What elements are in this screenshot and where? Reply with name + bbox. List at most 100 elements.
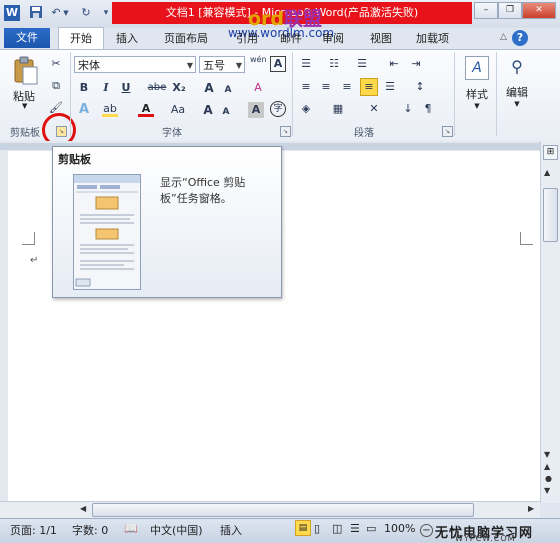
- asian-layout-icon[interactable]: ✕: [366, 101, 382, 117]
- paste-icon: [14, 56, 38, 85]
- tab-file[interactable]: 文件: [4, 28, 50, 48]
- sort-icon[interactable]: ↓: [400, 101, 416, 117]
- editing-button[interactable]: ⚲ 编辑 ▼: [500, 54, 534, 114]
- ruler-toggle-icon[interactable]: ⊞: [543, 145, 558, 160]
- italic-button[interactable]: I: [98, 80, 114, 96]
- group-label-clipboard: 剪贴板: [10, 128, 40, 139]
- tab-page-layout[interactable]: 页面布局: [164, 30, 208, 46]
- minimize-button[interactable]: –: [474, 2, 498, 19]
- clipboard-pane-preview-image: [73, 174, 141, 290]
- view-outline-icon[interactable]: ☰: [350, 522, 360, 535]
- align-right-icon[interactable]: ≡: [339, 79, 355, 95]
- previous-page-icon[interactable]: ▲: [544, 462, 550, 471]
- font-name-combo[interactable]: 宋体 ▼: [74, 56, 196, 73]
- browse-object-icon[interactable]: ●: [545, 474, 552, 483]
- borders-icon[interactable]: ▦: [330, 101, 346, 117]
- redo-icon[interactable]: ↻: [78, 5, 94, 21]
- grow-font-icon[interactable]: A: [201, 80, 217, 96]
- view-draft-icon[interactable]: ▭: [366, 522, 376, 535]
- phonetic-guide-icon[interactable]: wén: [250, 55, 267, 71]
- close-button[interactable]: ✕: [522, 2, 556, 19]
- tab-addins[interactable]: 加载项: [416, 30, 449, 46]
- chevron-down-icon: ▼: [186, 61, 193, 70]
- shrink-font-small-icon[interactable]: A: [218, 104, 234, 120]
- scroll-right-icon[interactable]: ▶: [528, 504, 534, 513]
- align-center-icon[interactable]: ≡: [318, 79, 334, 95]
- increase-indent-icon[interactable]: ⇥: [408, 56, 424, 72]
- margin-corner-left: [22, 232, 35, 245]
- language-indicator[interactable]: 中文(中国): [150, 522, 203, 538]
- group-label-font: 字体: [162, 128, 182, 139]
- tab-home[interactable]: 开始: [58, 27, 104, 50]
- multilevel-list-icon[interactable]: ☰: [354, 56, 370, 72]
- undo-dropdown-icon[interactable]: ▼: [62, 5, 70, 21]
- paste-dropdown-icon: ▼: [22, 102, 28, 110]
- numbering-icon[interactable]: ☷: [326, 56, 342, 72]
- binoculars-icon: ⚲: [511, 57, 523, 76]
- scroll-down-icon[interactable]: ▼: [544, 450, 550, 459]
- strikethrough-button[interactable]: abe: [146, 80, 168, 96]
- styles-button[interactable]: A 样式 ▼: [460, 54, 494, 114]
- tooltip-title: 剪贴板: [58, 153, 91, 166]
- zoom-out-icon[interactable]: −: [420, 524, 433, 537]
- character-border-icon[interactable]: A: [270, 56, 286, 72]
- enclose-character-icon[interactable]: 字: [270, 101, 286, 117]
- save-icon[interactable]: [28, 5, 44, 21]
- help-icon[interactable]: ?: [512, 30, 528, 46]
- paste-button[interactable]: 粘贴 ▼: [8, 54, 44, 110]
- zoom-level[interactable]: 100%: [384, 522, 415, 535]
- decrease-indent-icon[interactable]: ⇤: [386, 56, 402, 72]
- copy-icon[interactable]: ⧉: [48, 78, 64, 94]
- clear-formatting-icon[interactable]: A: [250, 80, 266, 96]
- tab-review[interactable]: 审阅: [322, 30, 344, 46]
- shading-icon[interactable]: ◈: [298, 101, 314, 117]
- justify-icon[interactable]: ≡: [360, 78, 378, 96]
- change-case-icon[interactable]: Aa: [167, 102, 189, 118]
- word-count[interactable]: 字数: 0: [72, 522, 108, 538]
- margin-corner-right: [520, 232, 533, 245]
- tab-insert[interactable]: 插入: [116, 30, 138, 46]
- view-web-icon[interactable]: ◫: [332, 522, 342, 535]
- bold-button[interactable]: B: [76, 80, 92, 96]
- vertical-scroll-thumb[interactable]: [543, 188, 558, 242]
- tab-references[interactable]: 引用: [236, 30, 258, 46]
- chevron-down-icon: ▼: [235, 61, 242, 70]
- group-separator: [454, 52, 455, 136]
- styles-label: 样式: [466, 88, 488, 101]
- font-dialog-launcher[interactable]: ↘: [280, 126, 291, 137]
- next-page-icon[interactable]: ▼: [544, 486, 550, 495]
- paragraph-dialog-launcher[interactable]: ↘: [442, 126, 453, 137]
- cut-icon[interactable]: ✂: [48, 56, 64, 72]
- group-separator: [70, 52, 71, 136]
- horizontal-scroll-thumb[interactable]: [92, 503, 474, 517]
- grow-font-big-icon[interactable]: A: [200, 102, 216, 118]
- proofing-icon[interactable]: 📖: [124, 522, 138, 535]
- distributed-icon[interactable]: ☰: [382, 79, 398, 95]
- scroll-left-icon[interactable]: ◀: [80, 504, 86, 513]
- scroll-up-icon[interactable]: ▲: [544, 168, 550, 177]
- group-separator: [496, 52, 497, 136]
- shrink-font-icon[interactable]: A: [220, 82, 236, 98]
- character-shading-icon[interactable]: A: [248, 102, 264, 118]
- subscript-button[interactable]: X₂: [171, 80, 187, 96]
- tab-mailings[interactable]: 邮件: [280, 30, 302, 46]
- line-spacing-icon[interactable]: ↕: [412, 79, 428, 95]
- minimize-ribbon-icon[interactable]: △: [500, 32, 507, 42]
- show-hide-marks-icon[interactable]: ¶: [420, 101, 436, 117]
- insert-mode-indicator[interactable]: 插入: [220, 522, 242, 538]
- styles-icon: A: [465, 56, 489, 80]
- tab-view[interactable]: 视图: [370, 30, 392, 46]
- font-size-combo[interactable]: 五号 ▼: [199, 56, 245, 73]
- align-left-icon[interactable]: ≡: [298, 79, 314, 95]
- group-label-paragraph: 段落: [354, 128, 374, 139]
- bullets-icon[interactable]: ☰: [298, 56, 314, 72]
- highlight-color-icon[interactable]: ab: [102, 101, 118, 117]
- underline-button[interactable]: U: [118, 80, 134, 96]
- text-effects-icon[interactable]: A: [76, 102, 92, 118]
- page-indicator[interactable]: 页面: 1/1: [10, 522, 57, 538]
- view-print-layout-icon[interactable]: ▤: [295, 520, 311, 536]
- font-color-icon[interactable]: A: [138, 101, 154, 117]
- restore-button[interactable]: ❐: [498, 2, 522, 19]
- word-app-icon[interactable]: W: [4, 5, 20, 21]
- view-full-screen-icon[interactable]: ▯: [314, 522, 320, 535]
